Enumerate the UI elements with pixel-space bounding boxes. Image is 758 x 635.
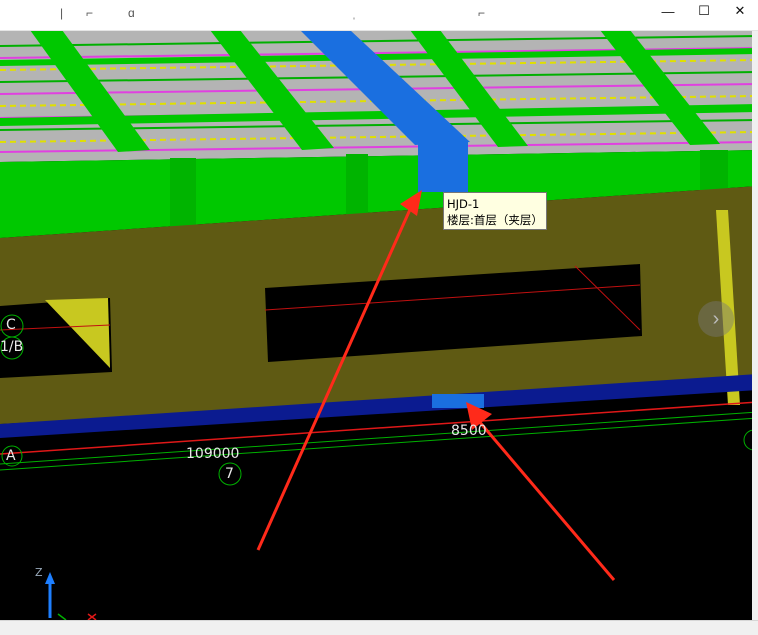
tooltip-element-name: HJD-1 (447, 197, 480, 211)
chevron-right-icon: › (712, 307, 720, 330)
toolbar-fragment-icon: | (60, 6, 64, 20)
minimize-button[interactable]: — (650, 0, 686, 22)
model-viewport-3d[interactable] (0, 30, 758, 620)
axis-label-1b: 1/B (0, 339, 24, 355)
dimension-label-8500: 8500 (451, 423, 487, 439)
axis-label-c: C (6, 317, 16, 333)
dimension-label-109000: 109000 (186, 446, 240, 462)
axis-label-a: A (6, 448, 16, 464)
maximize-button[interactable]: ☐ (686, 0, 722, 22)
tooltip-floor-info: 楼层:首层（夹层） (447, 213, 543, 227)
next-view-button[interactable]: › (698, 301, 734, 337)
toolbar-fragment-icon: ⌐ (86, 6, 94, 20)
hidden-beam-bottom (432, 394, 484, 408)
gizmo-z-label: Z (35, 566, 43, 579)
element-tooltip: HJD-1 楼层:首层（夹层） (443, 192, 547, 230)
minimize-icon: — (661, 3, 675, 19)
status-bar (0, 620, 758, 635)
hidden-beam-end (418, 142, 468, 192)
axis-label-7: 7 (225, 466, 234, 482)
model-canvas (0, 30, 758, 620)
maximize-icon: ☐ (698, 3, 710, 18)
close-icon: ✕ (734, 3, 746, 18)
toolbar-fragment-icon: ˌ (352, 6, 356, 20)
close-button[interactable]: ✕ (722, 0, 758, 22)
toolbar-fragment-icon: ⌐ (478, 6, 486, 20)
title-bar: | ⌐ ɑ ˌ ⌐ — ☐ ✕ (0, 0, 758, 31)
vertical-scrollbar[interactable] (752, 30, 758, 620)
toolbar-fragment-icon: ɑ (128, 6, 135, 20)
